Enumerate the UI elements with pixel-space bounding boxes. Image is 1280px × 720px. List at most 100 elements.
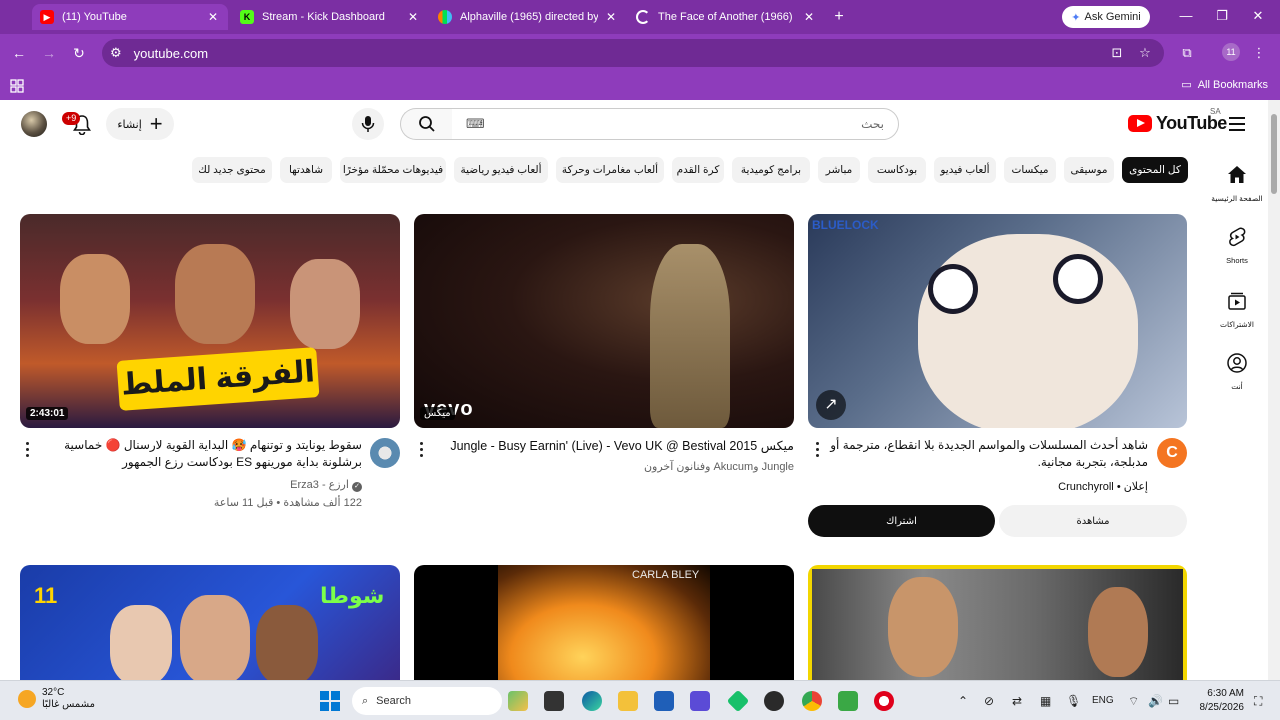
start-button[interactable] [320, 691, 340, 711]
chip-sports-games[interactable]: ألعاب فيديو رياضية [454, 157, 548, 183]
battery-icon[interactable]: ▭ [1168, 694, 1179, 708]
chip-podcasts[interactable]: بودكاست [868, 157, 926, 183]
opera-icon[interactable] [874, 691, 894, 711]
close-window-icon[interactable]: ✕ [1248, 8, 1268, 24]
new-tab-button[interactable]: + [830, 8, 848, 26]
chip-football[interactable]: كرة القدم [672, 157, 724, 183]
video-thumbnail[interactable] [808, 565, 1187, 680]
chrome-icon[interactable] [802, 691, 822, 711]
guide-subscriptions[interactable]: الاشتراكات [1208, 290, 1266, 329]
guide-home[interactable]: الصفحة الرئيسية [1208, 164, 1266, 203]
task-view-icon[interactable] [544, 691, 564, 711]
minimize-icon[interactable]: — [1176, 8, 1196, 23]
subscribe-button[interactable]: اشتراك [808, 505, 995, 537]
crunchyroll-avatar[interactable]: C [1157, 438, 1187, 468]
video-title[interactable]: ميكس Jungle - Busy Earnin' (Live) - Vevo… [432, 438, 794, 455]
notification-center-icon[interactable]: ⛶ [1254, 694, 1262, 709]
guide-shorts[interactable]: Shorts [1208, 226, 1266, 265]
restore-icon[interactable]: ❐ [1212, 8, 1232, 24]
close-icon[interactable]: ✕ [604, 10, 618, 24]
close-icon[interactable]: ✕ [802, 10, 816, 24]
time: 6:30 AM [1207, 688, 1244, 699]
channel-avatar[interactable] [370, 438, 400, 468]
profile-avatar[interactable]: 11 [1222, 43, 1240, 61]
language-indicator[interactable]: ENG [1092, 695, 1114, 706]
app-icon[interactable] [726, 689, 750, 713]
site-info-icon[interactable]: ⚙ [110, 45, 122, 61]
more-options-icon[interactable] [816, 442, 820, 460]
close-icon[interactable]: ✕ [406, 10, 420, 24]
app-icon[interactable] [838, 691, 858, 711]
chip-music[interactable]: موسيقى [1064, 157, 1114, 183]
extensions-icon[interactable]: ⧉ [1178, 45, 1196, 61]
channel-name[interactable]: ✓ ارزع - Erza3 [36, 478, 362, 492]
youtube-icon: ▶ [40, 10, 54, 24]
chip-action-adventure[interactable]: ألعاب مغامرات وحركة [556, 157, 664, 183]
browser-menu-icon[interactable]: ⋮ [1250, 45, 1268, 61]
video-thumbnail[interactable]: vevo ميكس [414, 214, 794, 428]
channel-name[interactable]: Jungle وAkucum وفنانون آخرون [432, 460, 794, 473]
app-icon[interactable] [690, 691, 710, 711]
wifi-icon[interactable]: ⌔ [1128, 694, 1139, 709]
more-options-icon[interactable] [26, 442, 30, 460]
chip-comedy[interactable]: برامج كوميدية [732, 157, 810, 183]
youtube-logo[interactable]: YouTube SA [1128, 107, 1227, 134]
tab-alphaville[interactable]: Alphaville (1965) directed by Je ✕ [430, 4, 626, 30]
letterboxd-icon [438, 10, 452, 24]
ad-thumbnail[interactable]: BLUELOCK ↗ [808, 214, 1187, 428]
edge-icon[interactable] [582, 691, 602, 711]
volume-icon[interactable]: 🔊 [1148, 694, 1163, 708]
video-thumbnail[interactable]: الفرقة الملط 2:43:01 [20, 214, 400, 428]
bookmark-star-icon[interactable]: ☆ [1136, 45, 1154, 61]
tab-face-of-another[interactable]: The Face of Another (1966) | Th ✕ [628, 4, 824, 30]
reload-icon[interactable]: ↻ [70, 44, 88, 62]
search-button[interactable] [400, 108, 452, 140]
microphone-tray-icon[interactable]: 🎙 [1066, 694, 1081, 708]
file-explorer-icon[interactable] [618, 691, 638, 711]
video-title[interactable]: سقوط يونايتد و توتنهام 🥵 البداية القوية … [36, 437, 362, 473]
open-external-icon[interactable]: ↗ [816, 390, 846, 420]
scrollbar-thumb[interactable] [1271, 114, 1277, 194]
chip-video-games[interactable]: ألعاب فيديو [934, 157, 996, 183]
chip-watched[interactable]: شاهدتها [280, 157, 332, 183]
ad-sponsor[interactable]: إعلان • Crunchyroll [828, 480, 1148, 493]
install-app-icon[interactable]: ⊡ [1108, 45, 1126, 61]
tab-kick[interactable]: K Stream - Kick Dashboard ✕ [232, 4, 428, 30]
address-bar[interactable]: ⚙ youtube.com [102, 39, 1164, 67]
chip-live[interactable]: مباشر [818, 157, 860, 183]
tray-icon[interactable]: ▦ [1040, 694, 1051, 708]
tab-youtube[interactable]: ▶ (11) YouTube ✕ [32, 4, 228, 30]
back-icon[interactable]: ← [10, 44, 28, 62]
search-input[interactable]: ⌨ بحث [451, 108, 899, 140]
chip-all[interactable]: كل المحتوى [1122, 157, 1188, 183]
apps-grid-icon[interactable] [10, 79, 24, 93]
close-icon[interactable]: ✕ [206, 10, 220, 24]
more-options-icon[interactable] [420, 442, 424, 460]
chip-mixes[interactable]: ميكسات [1004, 157, 1056, 183]
forward-icon[interactable]: → [40, 44, 58, 62]
app-icon[interactable] [764, 691, 784, 711]
clock[interactable]: 6:30 AM 8/25/2026 [1194, 687, 1245, 715]
tray-icon[interactable]: ⊘ [984, 694, 994, 708]
widgets-app-icon[interactable] [508, 691, 528, 711]
guide-you[interactable]: أنت [1208, 352, 1266, 391]
watch-button[interactable]: مشاهدة [999, 505, 1187, 537]
user-avatar[interactable] [21, 111, 47, 137]
keyboard-icon[interactable]: ⌨ [466, 116, 485, 132]
video-thumbnail[interactable]: 11 شوطا [20, 565, 400, 680]
weather-widget[interactable]: 32°C مشمس غالبًا [18, 687, 95, 711]
all-bookmarks-button[interactable]: ▭ All Bookmarks [1181, 78, 1268, 92]
taskbar-search[interactable]: ⌕ Search [352, 687, 502, 715]
voice-search-button[interactable] [352, 108, 384, 140]
chip-new-to-you[interactable]: محتوى جديد لك [192, 157, 272, 183]
video-thumbnail[interactable]: CARLA BLEY [414, 565, 794, 680]
tray-icon[interactable]: ⇄ [1012, 694, 1022, 708]
ask-gemini-button[interactable]: ✦ Ask Gemini [1062, 6, 1150, 28]
page-scrollbar[interactable] [1268, 100, 1280, 680]
create-button[interactable]: إنشاء + [106, 108, 174, 140]
tray-overflow-icon[interactable]: ⌃ [958, 694, 968, 708]
store-icon[interactable] [654, 691, 674, 711]
ad-title[interactable]: شاهد أحدث المسلسلات والمواسم الجديدة بلا… [828, 437, 1148, 471]
chip-recently-uploaded[interactable]: فيديوهات محمّلة مؤخرًا [340, 157, 446, 183]
guide-menu-icon[interactable] [1229, 117, 1245, 131]
